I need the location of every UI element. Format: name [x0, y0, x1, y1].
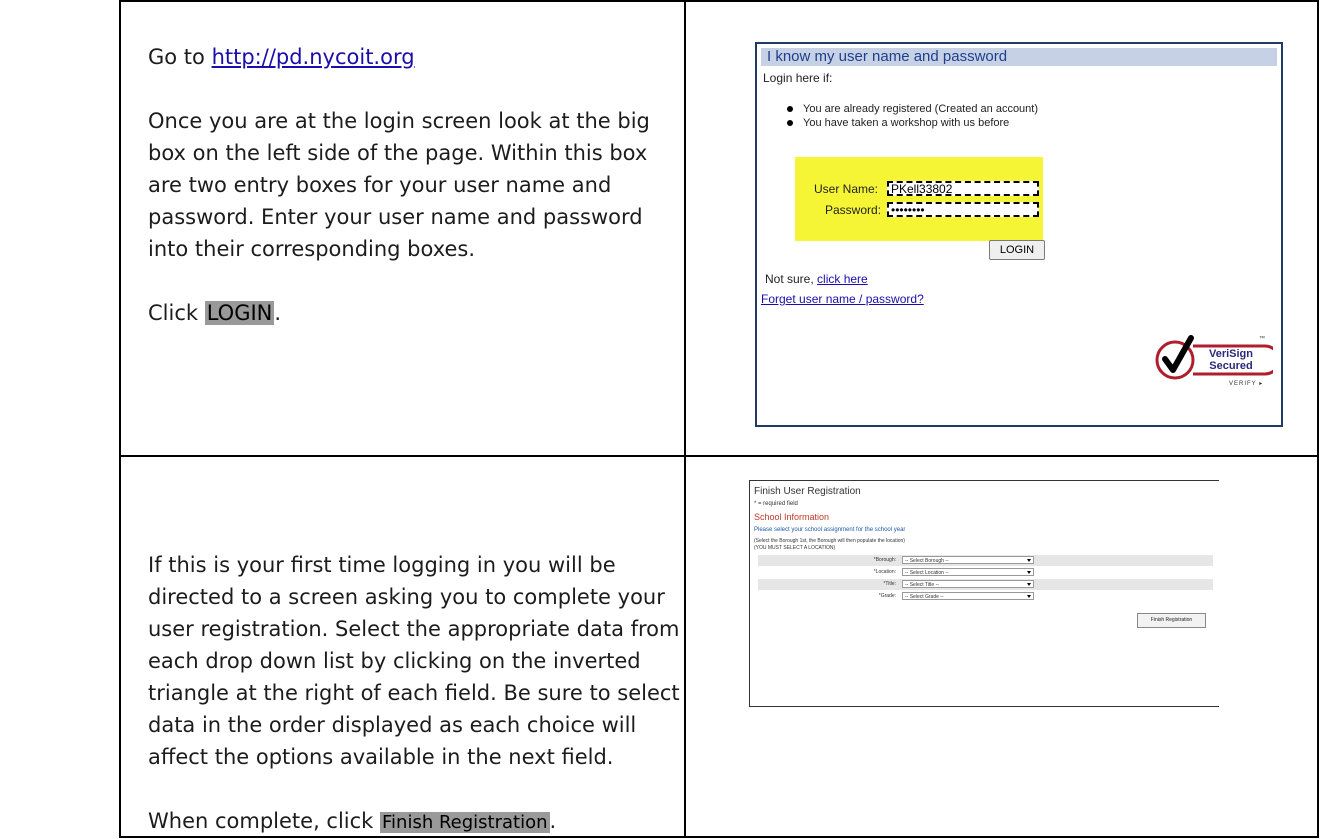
login-button[interactable]: LOGIN — [989, 240, 1045, 260]
registration-instructions: If this is your first time logging in yo… — [148, 553, 680, 769]
list-item: You are already registered (Created an a… — [787, 102, 1038, 116]
click-here-link[interactable]: click here — [817, 272, 868, 286]
location-select-value: -- Select Location -- — [905, 570, 949, 576]
verisign-trademark: ™ — [1259, 336, 1265, 342]
finish-registration-button[interactable]: Finish Registration — [1137, 613, 1206, 628]
verisign-text: VeriSign Secured — [1199, 348, 1263, 372]
registration-screenshot: Finish User Registration * = required fi… — [749, 480, 1219, 707]
click-suffix: . — [274, 301, 282, 325]
borough-select[interactable]: -- Select Borough -- — [902, 556, 1034, 564]
location-label: *Location: — [873, 569, 896, 575]
must-select-note: (YOU MUST SELECT A LOCATION) — [754, 545, 836, 551]
complete-suffix: . — [549, 809, 557, 833]
forgot-credentials-link[interactable]: Forget user name / password? — [761, 292, 924, 306]
goto-prefix: Go to — [148, 45, 212, 69]
registration-title: Finish User Registration — [754, 486, 861, 497]
location-select[interactable]: -- Select Location -- — [902, 568, 1034, 576]
not-sure-label: Not sure, — [765, 272, 818, 286]
row1-instructions: Go to http://pd.nycoit.org Once you are … — [148, 41, 668, 329]
portal-url-link[interactable]: http://pd.nycoit.org — [212, 45, 415, 69]
borough-label: *Borough: — [873, 557, 896, 563]
verisign-seal: VeriSign Secured ™ VERIFY ▸ — [1153, 326, 1281, 396]
dropdown-arrow-icon[interactable] — [1027, 595, 1031, 598]
login-conditions-list: You are already registered (Created an a… — [787, 102, 1038, 130]
grade-label: *Grade: — [878, 593, 896, 599]
dropdown-arrow-icon[interactable] — [1027, 559, 1031, 562]
title-row: *Title: -- Select Title -- — [758, 579, 1213, 590]
verisign-line2: Secured — [1209, 360, 1253, 372]
login-button-reference: LOGIN — [204, 301, 275, 325]
table-border-top — [119, 0, 1319, 2]
finish-button-reference: Finish Registration — [380, 812, 550, 833]
table-row-divider — [119, 455, 1319, 457]
grade-row: *Grade: -- Select Grade -- — [758, 591, 1213, 602]
login-screenshot: I know my user name and password Login h… — [755, 42, 1283, 427]
login-here-label: Login here if: — [763, 71, 833, 85]
password-field[interactable]: •••••••• — [887, 202, 1039, 217]
row2-instructions: If this is your first time logging in yo… — [148, 549, 693, 839]
credentials-highlight: User Name: PKell33802 Password: •••••••• — [795, 157, 1043, 241]
location-row: *Location: -- Select Location -- — [758, 567, 1213, 578]
not-sure-text: Not sure, click here — [765, 272, 868, 286]
borough-row: *Borough: -- Select Borough -- — [758, 555, 1213, 566]
select-note: (Select the Borough 1st, the Borough wil… — [754, 538, 905, 544]
login-instructions: Once you are at the login screen look at… — [148, 109, 650, 261]
list-item: You have taken a workshop with us before — [787, 116, 1038, 130]
table-border-right — [1317, 0, 1319, 838]
username-label: User Name: — [814, 182, 879, 196]
required-note: * = required field — [754, 501, 798, 507]
verify-link[interactable]: VERIFY ▸ — [1229, 380, 1263, 387]
dropdown-arrow-icon[interactable] — [1027, 571, 1031, 574]
login-box-header: I know my user name and password — [761, 48, 1277, 66]
title-select-value: -- Select Title -- — [905, 582, 939, 588]
username-field[interactable]: PKell33802 — [887, 181, 1039, 196]
section-heading: School Information — [754, 512, 830, 522]
click-prefix: Click — [148, 301, 205, 325]
complete-prefix: When complete, click — [148, 809, 381, 833]
borough-select-value: -- Select Borough -- — [905, 558, 949, 564]
table-border-left — [119, 0, 121, 838]
title-label: *Title: — [883, 581, 896, 587]
verisign-line1: VeriSign — [1208, 348, 1254, 360]
dropdown-arrow-icon[interactable] — [1027, 583, 1031, 586]
grade-select-value: -- Select Grade -- — [905, 594, 944, 600]
school-prompt: Please select your school assignment for… — [754, 527, 906, 533]
password-label: Password: — [825, 203, 882, 217]
title-select[interactable]: -- Select Title -- — [902, 580, 1034, 588]
grade-select[interactable]: -- Select Grade -- — [902, 592, 1034, 600]
